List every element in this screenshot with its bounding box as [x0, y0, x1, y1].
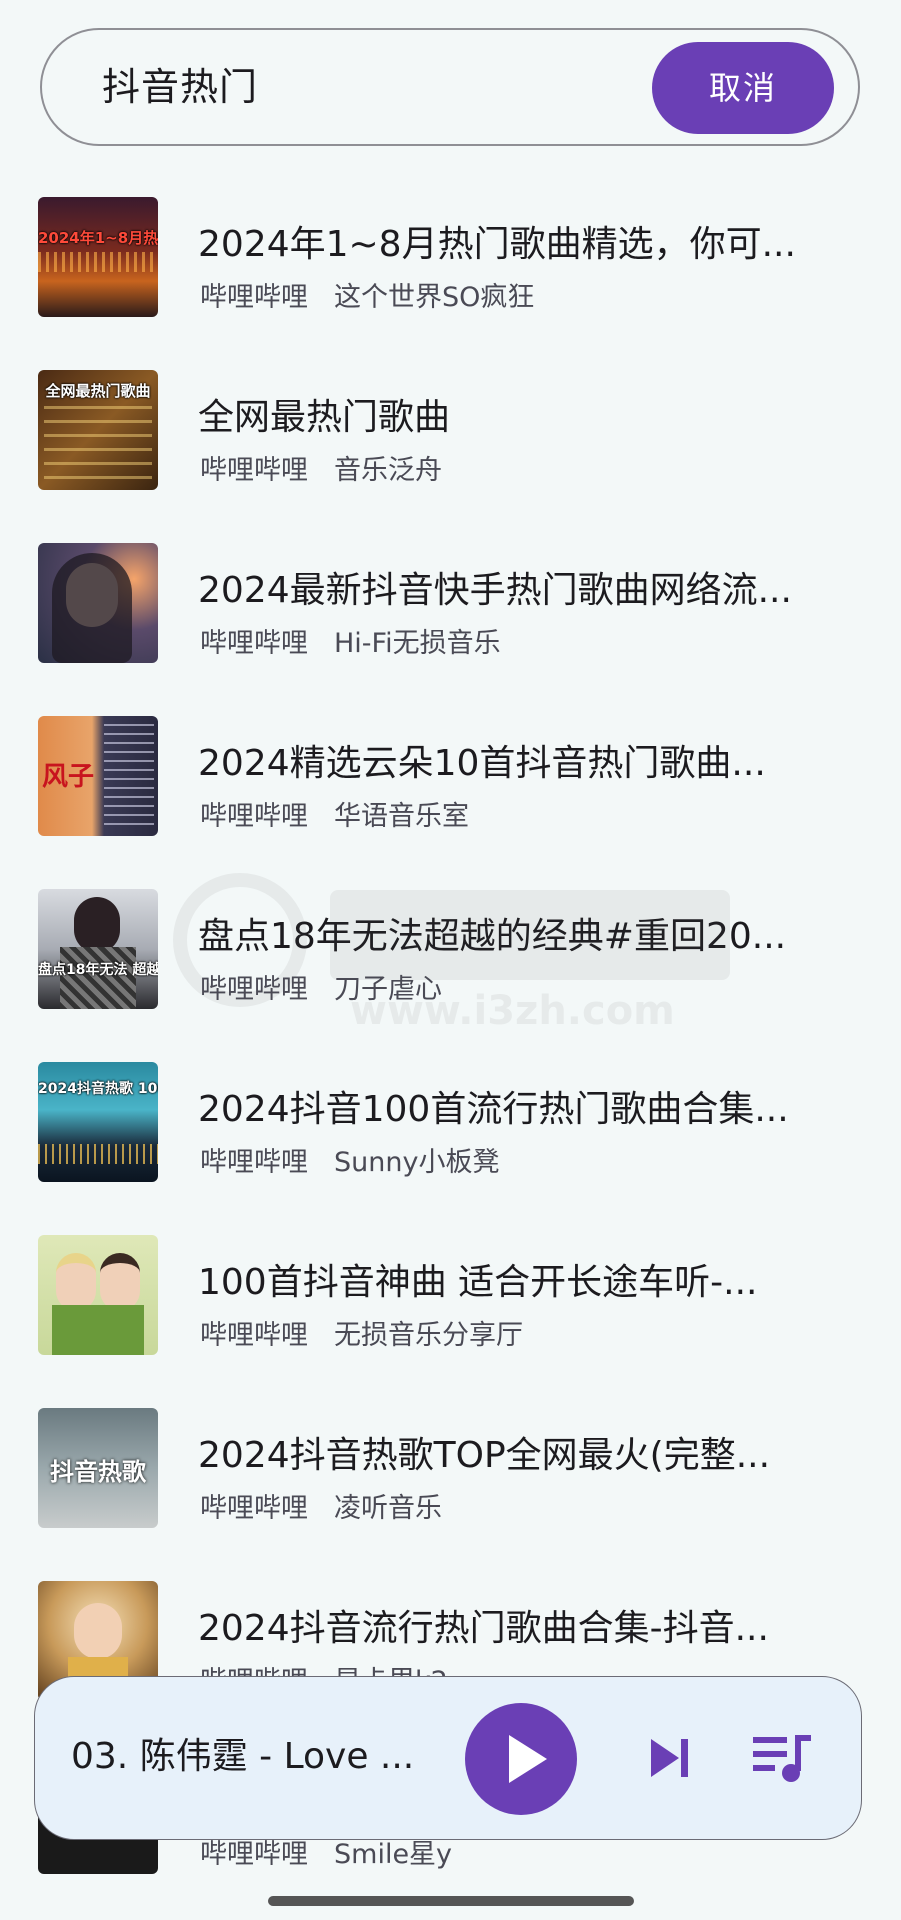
thumbnail-caption: 抖音热歌: [50, 1458, 146, 1486]
thumbnail: 盘点18年无法 超越的经典: [38, 889, 158, 1009]
result-source: 哔哩哔哩: [200, 282, 308, 313]
result-title: 盘点18年无法超越的经典#重回20...: [198, 916, 787, 957]
skip-next-icon: [651, 1739, 688, 1777]
result-uploader: 音乐泛舟: [334, 455, 442, 486]
thumbnail-caption: 全网最热门歌曲: [45, 382, 151, 400]
list-item[interactable]: 全网最热门歌曲 全网最热门歌曲 哔哩哔哩 音乐泛舟: [0, 346, 901, 519]
next-button[interactable]: [645, 1733, 695, 1783]
result-source: 哔哩哔哩: [200, 801, 308, 832]
result-title: 2024精选云朵10首抖音热门歌曲...: [198, 743, 766, 784]
result-title: 全网最热门歌曲: [198, 397, 451, 438]
result-uploader: Hi-Fi无损音乐: [334, 628, 501, 659]
cancel-button[interactable]: 取消: [652, 42, 834, 134]
result-source: 哔哩哔哩: [200, 455, 308, 486]
result-title: 2024抖音流行热门歌曲合集-抖音...: [198, 1608, 769, 1649]
list-item[interactable]: 风子 2024精选云朵10首抖音热门歌曲... 哔哩哔哩 华语音乐室: [0, 692, 901, 865]
play-icon: [509, 1735, 547, 1783]
result-source: 哔哩哔哩: [200, 628, 308, 659]
thumbnail: 2024年1~8月热门: [38, 197, 158, 317]
thumbnail: [38, 1235, 158, 1355]
result-source: 哔哩哔哩: [200, 1839, 308, 1870]
result-meta: 哔哩哔哩 音乐泛舟: [200, 448, 442, 487]
now-playing-title[interactable]: 03. 陈伟霆 - Love ...: [71, 1727, 471, 1787]
result-uploader: 这个世界SO疯狂: [334, 282, 535, 313]
result-meta: 哔哩哔哩 华语音乐室: [200, 794, 469, 833]
result-meta: 哔哩哔哩 凌听音乐: [200, 1486, 442, 1525]
result-title: 2024年1~8月热门歌曲精选，你可...: [198, 224, 796, 265]
play-button[interactable]: [465, 1703, 577, 1815]
mini-player[interactable]: 03. 陈伟霆 - Love ...: [34, 1676, 862, 1840]
list-item[interactable]: 100首抖音神曲 适合开长途车听-... 哔哩哔哩 无损音乐分享厅: [0, 1211, 901, 1384]
thumbnail: 风子: [38, 716, 158, 836]
result-meta: 哔哩哔哩 Hi-Fi无损音乐: [200, 621, 501, 660]
result-uploader: Sunny小板凳: [334, 1147, 500, 1178]
list-item[interactable]: 抖音热歌 2024抖音热歌TOP全网最火(完整... 哔哩哔哩 凌听音乐: [0, 1384, 901, 1557]
result-source: 哔哩哔哩: [200, 1320, 308, 1351]
thumbnail: 全网最热门歌曲: [38, 370, 158, 490]
result-source: 哔哩哔哩: [200, 1493, 308, 1524]
list-item[interactable]: 2024最新抖音快手热门歌曲网络流... 哔哩哔哩 Hi-Fi无损音乐: [0, 519, 901, 692]
result-uploader: Smile星y: [334, 1839, 453, 1870]
result-title: 2024抖音100首流行热门歌曲合集...: [198, 1089, 789, 1130]
result-meta: 哔哩哔哩 刀子虐心: [200, 967, 442, 1006]
result-uploader: 华语音乐室: [334, 801, 469, 832]
result-uploader: 凌听音乐: [334, 1493, 442, 1524]
result-source: 哔哩哔哩: [200, 974, 308, 1005]
result-title: 2024抖音热歌TOP全网最火(完整...: [198, 1435, 771, 1476]
thumbnail-caption: 2024年1~8月热门: [38, 229, 158, 247]
home-indicator[interactable]: [268, 1896, 634, 1906]
result-uploader: 刀子虐心: [334, 974, 442, 1005]
result-title: 100首抖音神曲 适合开长途车听-...: [198, 1262, 758, 1303]
queue-button[interactable]: [751, 1729, 813, 1785]
list-item[interactable]: 盘点18年无法 超越的经典 盘点18年无法超越的经典#重回20... 哔哩哔哩刀…: [0, 865, 901, 1038]
thumbnail-caption: 2024抖音热歌 100首随意听: [38, 1081, 158, 1097]
list-item[interactable]: 2024年1~8月热门 2024年1~8月热门歌曲精选，你可... 哔哩哔哩这个…: [0, 173, 901, 346]
result-meta: 哔哩哔哩 Sunny小板凳: [200, 1140, 499, 1179]
thumbnail: [38, 543, 158, 663]
result-meta: 哔哩哔哩 这个世界SO疯狂: [200, 275, 534, 314]
thumbnail-caption: 风子: [41, 762, 94, 792]
list-item[interactable]: 2024抖音热歌 100首随意听 2024抖音100首流行热门歌曲合集... 哔…: [0, 1038, 901, 1211]
thumbnail-caption: 盘点18年无法 超越的经典: [38, 962, 158, 978]
thumbnail: 抖音热歌: [38, 1408, 158, 1528]
search-input[interactable]: 抖音热门: [102, 50, 662, 124]
queue-music-icon: [753, 1735, 811, 1782]
result-uploader: 无损音乐分享厅: [334, 1320, 523, 1351]
thumbnail: 2024抖音热歌 100首随意听: [38, 1062, 158, 1182]
search-bar: 抖音热门 取消: [40, 28, 860, 146]
result-title: 2024最新抖音快手热门歌曲网络流...: [198, 570, 792, 611]
result-source: 哔哩哔哩: [200, 1147, 308, 1178]
result-meta: 哔哩哔哩 无损音乐分享厅: [200, 1313, 523, 1352]
